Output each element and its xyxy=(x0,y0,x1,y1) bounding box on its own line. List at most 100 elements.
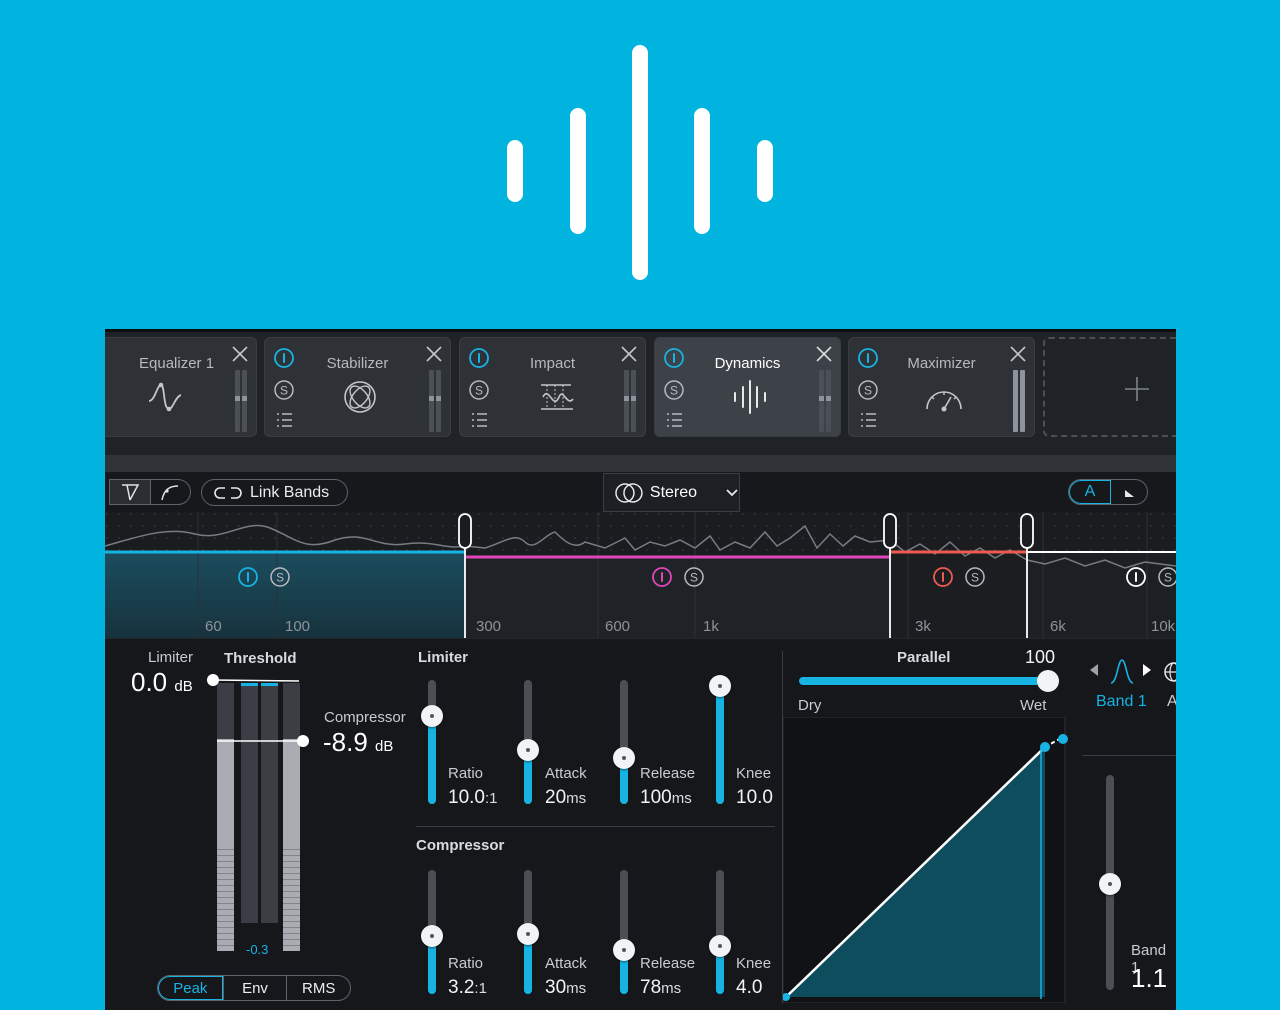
band1-solo-icon[interactable]: S xyxy=(269,566,291,588)
module-output-meter xyxy=(429,370,441,432)
close-icon[interactable] xyxy=(1009,345,1027,363)
close-icon[interactable] xyxy=(425,345,443,363)
curve-icon xyxy=(161,485,179,501)
threshold-meter[interactable] xyxy=(203,669,315,964)
svg-text:S: S xyxy=(864,384,872,398)
compressor-threshold-value[interactable]: -8.9 dB xyxy=(323,727,393,758)
link-icon xyxy=(214,486,242,499)
module-name: Dynamics xyxy=(714,355,781,372)
svg-text:S: S xyxy=(690,571,698,585)
parallel-slider[interactable] xyxy=(799,670,1059,692)
parallel-value[interactable]: 100 xyxy=(1025,647,1055,668)
slider-knob[interactable] xyxy=(517,923,539,945)
mode-peak-button[interactable]: Peak xyxy=(158,976,223,1000)
solo-icon[interactable]: S xyxy=(663,379,685,401)
compressor-ratio-slider[interactable] xyxy=(421,870,443,994)
limiter-knee-value[interactable]: 10.0 xyxy=(736,787,773,809)
slider-knob[interactable] xyxy=(1099,873,1121,895)
compressor-release-slider[interactable] xyxy=(613,870,635,994)
close-icon[interactable] xyxy=(815,345,833,363)
mode-rms-button[interactable]: RMS xyxy=(286,976,350,1000)
limiter-release-slider[interactable] xyxy=(613,680,635,804)
stereo-mode-select[interactable]: Stereo xyxy=(603,473,740,512)
divider-bar xyxy=(105,455,1176,472)
list-icon[interactable] xyxy=(468,409,490,431)
band3-solo-icon[interactable]: S xyxy=(964,566,986,588)
plus-icon[interactable] xyxy=(1123,375,1151,403)
module-equalizer[interactable]: Equalizer 1 xyxy=(105,337,257,437)
band-tool-toggle xyxy=(109,479,191,505)
svg-text:S: S xyxy=(276,571,284,585)
solo-icon[interactable]: S xyxy=(857,379,879,401)
list-icon[interactable] xyxy=(273,409,295,431)
slider-knob[interactable] xyxy=(1037,670,1059,692)
module-name: Maximizer xyxy=(907,355,976,372)
compressor-release-label: Release xyxy=(640,955,696,972)
stereo-rings-icon xyxy=(615,482,643,503)
freq-label: 10k xyxy=(1151,618,1176,635)
compressor-ratio-value[interactable]: 3.2:1 xyxy=(448,977,487,999)
module-name: Impact xyxy=(529,355,575,372)
module-stabilizer[interactable]: S Stabilizer xyxy=(264,337,451,437)
band-prev-arrow-icon[interactable] xyxy=(1088,663,1100,677)
limiter-attack-value[interactable]: 20ms xyxy=(545,787,586,809)
close-icon[interactable] xyxy=(231,345,249,363)
limiter-threshold-value[interactable]: 0.0 dB xyxy=(131,667,193,698)
mode-env-button[interactable]: Env xyxy=(222,976,287,1000)
band4-solo-icon[interactable]: S xyxy=(1157,566,1176,588)
curve-tool[interactable] xyxy=(151,480,191,504)
limiter-knee-label: Knee xyxy=(736,765,772,782)
slider-knob[interactable] xyxy=(421,705,443,727)
maximizer-gauge-icon xyxy=(926,391,962,412)
list-icon[interactable] xyxy=(857,409,879,431)
dynamics-toolbar: Link Bands Stereo A xyxy=(105,472,1176,512)
view-b-button[interactable] xyxy=(1111,480,1147,504)
list-icon[interactable] xyxy=(663,409,685,431)
band-name-label[interactable]: Band 1 xyxy=(1096,693,1147,711)
compressor-attack-value[interactable]: 30ms xyxy=(545,977,586,999)
band3-power-icon[interactable] xyxy=(932,566,954,588)
solo-icon[interactable]: S xyxy=(273,379,295,401)
module-dynamics[interactable]: S Dynamics xyxy=(654,337,841,437)
corner-icon xyxy=(1125,487,1134,497)
module-maximizer[interactable]: S Maximizer xyxy=(848,337,1035,437)
crossover-tool[interactable] xyxy=(110,480,151,504)
limiter-attack-slider[interactable] xyxy=(517,680,539,804)
band-next-arrow-icon[interactable] xyxy=(1141,663,1153,677)
limiter-knee-slider[interactable] xyxy=(709,675,731,804)
limiter-ratio-slider[interactable] xyxy=(421,680,443,804)
logo-bar xyxy=(694,108,710,234)
compressor-knee-value[interactable]: 4.0 xyxy=(736,977,762,999)
limiter-ratio-value[interactable]: 10.0:1 xyxy=(448,787,498,809)
band2-power-icon[interactable] xyxy=(651,566,673,588)
transfer-curve-graph[interactable] xyxy=(783,717,1068,1003)
solo-icon[interactable]: S xyxy=(468,379,490,401)
band4-power-icon[interactable] xyxy=(1125,566,1147,588)
band-gain-value[interactable]: 1.1 xyxy=(1131,963,1167,994)
slider-knob[interactable] xyxy=(517,739,539,761)
slider-knob[interactable] xyxy=(421,925,443,947)
band-gain-slider[interactable] xyxy=(1099,775,1121,990)
globe-icon[interactable] xyxy=(1163,661,1176,683)
link-bands-button[interactable]: Link Bands xyxy=(201,479,348,506)
module-name: Stabilizer xyxy=(326,355,389,372)
band-spectrum-display[interactable]: S S S S 60 100 300 600 1k 3k 6k 10k xyxy=(105,512,1176,638)
limiter-release-value[interactable]: 100ms xyxy=(640,787,692,809)
compressor-release-value[interactable]: 78ms xyxy=(640,977,681,999)
compressor-attack-slider[interactable] xyxy=(517,870,539,994)
parallel-wet-label: Wet xyxy=(1020,697,1047,714)
slider-knob[interactable] xyxy=(613,939,635,961)
view-a-button[interactable]: A xyxy=(1069,480,1111,504)
band2-solo-icon[interactable]: S xyxy=(683,566,705,588)
module-impact[interactable]: S Impact xyxy=(459,337,646,437)
compressor-knee-slider[interactable] xyxy=(709,870,731,994)
band1-power-icon[interactable] xyxy=(237,566,259,588)
slider-knob[interactable] xyxy=(709,935,731,957)
svg-text:S: S xyxy=(1164,571,1172,585)
slider-knob[interactable] xyxy=(613,747,635,769)
close-icon[interactable] xyxy=(620,345,638,363)
add-module-slot[interactable] xyxy=(1043,337,1176,437)
compressor-threshold-label: Compressor xyxy=(324,709,406,726)
compressor-attack-label: Attack xyxy=(545,955,587,972)
slider-knob[interactable] xyxy=(709,675,731,697)
